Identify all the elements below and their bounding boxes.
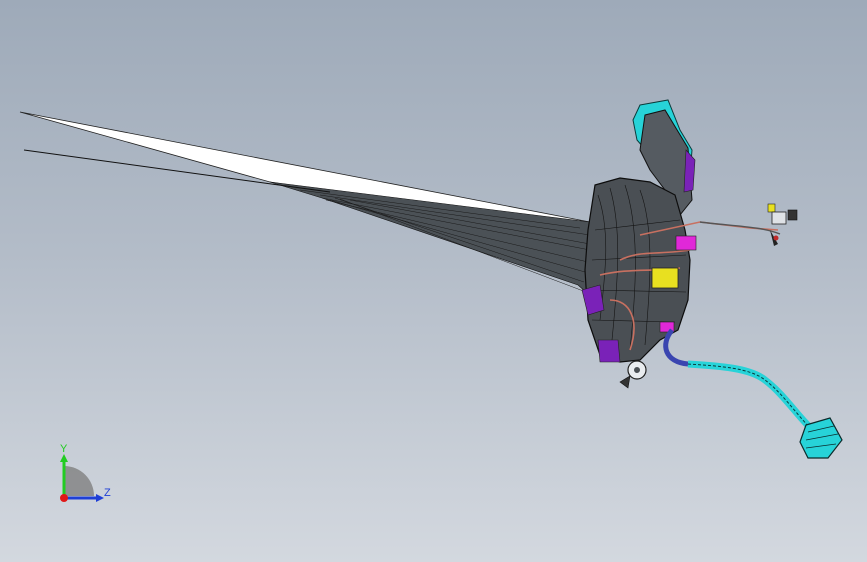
connector-red-dot <box>773 235 779 241</box>
main-assembly[interactable] <box>581 99 779 389</box>
y-axis-arrow <box>60 454 68 462</box>
cad-model-render[interactable] <box>0 0 867 562</box>
coordinate-triad[interactable]: Y Z <box>40 438 130 518</box>
triad-plane <box>64 466 94 496</box>
magenta-block-right <box>675 235 697 251</box>
z-axis-arrow <box>96 494 104 502</box>
connector-yellow <box>767 203 776 213</box>
right-connector-cluster[interactable] <box>699 203 798 246</box>
y-axis-label: Y <box>60 443 68 455</box>
purple-bottom <box>597 339 621 363</box>
purple-lower-left <box>581 284 605 316</box>
yellow-part <box>651 267 679 289</box>
cad-viewport[interactable]: Y Z <box>0 0 867 562</box>
z-axis-label: Z <box>104 487 111 499</box>
connector-body <box>771 211 787 225</box>
hose-dark-segment <box>663 328 689 367</box>
connector-wire <box>699 221 781 235</box>
cyan-hose[interactable] <box>663 328 843 459</box>
x-axis-origin <box>60 494 68 502</box>
ring-clamp-hole <box>634 367 640 373</box>
purple-edge <box>683 149 696 193</box>
small-connector <box>619 375 631 389</box>
hose-cyan-segment <box>687 360 818 435</box>
wedge-sheet[interactable] <box>19 111 596 301</box>
connector-head <box>787 209 798 221</box>
